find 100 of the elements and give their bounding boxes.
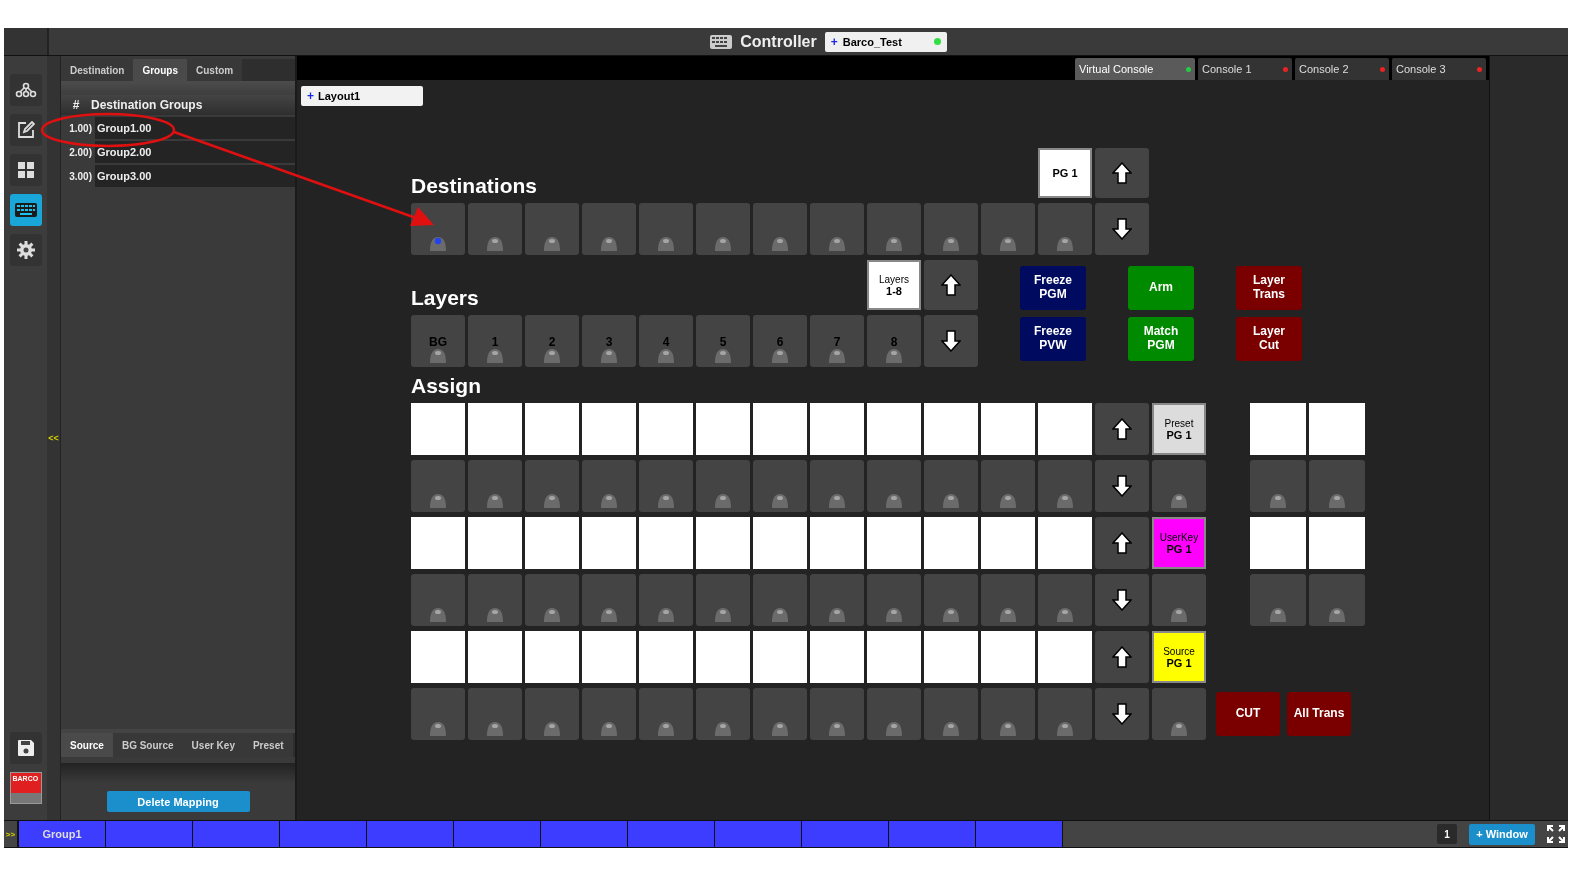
function-button[interactable]: Freeze PVW: [1020, 317, 1086, 361]
assign-slot[interactable]: [753, 517, 807, 569]
assign-slot[interactable]: [810, 517, 864, 569]
console-tab[interactable]: Console 3: [1392, 58, 1486, 80]
assign-slot[interactable]: [1250, 403, 1306, 455]
sidebar-button[interactable]: [9, 194, 42, 226]
tab[interactable]: Groups: [133, 59, 187, 81]
knob-button[interactable]: [582, 688, 636, 740]
page-up-button[interactable]: [1095, 631, 1149, 683]
knob-button[interactable]: [1309, 574, 1365, 626]
sidebar-button[interactable]: [9, 732, 42, 764]
page-label[interactable]: PG 1: [1038, 148, 1092, 198]
knob-button[interactable]: [639, 688, 693, 740]
function-button[interactable]: Layer Trans: [1236, 266, 1302, 310]
assign-slot[interactable]: [639, 631, 693, 683]
layout-tab[interactable]: + Layout1: [301, 86, 423, 106]
assign-slot[interactable]: [981, 517, 1035, 569]
page-down-button[interactable]: [1095, 574, 1149, 626]
collapse-toggle[interactable]: <<: [48, 433, 59, 443]
knob-button[interactable]: [867, 574, 921, 626]
knob-button[interactable]: [525, 460, 579, 512]
page-down-button[interactable]: [924, 315, 978, 367]
knob-button[interactable]: [867, 460, 921, 512]
knob-button[interactable]: [924, 688, 978, 740]
assign-slot[interactable]: [468, 631, 522, 683]
page-label[interactable]: Source PG 1: [1152, 631, 1206, 683]
knob-button[interactable]: [639, 203, 693, 255]
delete-mapping-button[interactable]: Delete Mapping: [106, 791, 250, 812]
knob-button[interactable]: [753, 688, 807, 740]
assign-slot[interactable]: [468, 403, 522, 455]
sidebar-button[interactable]: [9, 74, 42, 106]
knob-button[interactable]: [696, 574, 750, 626]
assign-slot[interactable]: [696, 631, 750, 683]
knob-button[interactable]: [468, 203, 522, 255]
knob-button[interactable]: [981, 203, 1035, 255]
assign-slot[interactable]: [468, 517, 522, 569]
knob-button[interactable]: [753, 203, 807, 255]
splitter[interactable]: <<: [47, 56, 61, 820]
knob-button[interactable]: [867, 203, 921, 255]
fullscreen-icon[interactable]: [1547, 825, 1565, 843]
knob-button[interactable]: [867, 688, 921, 740]
function-button[interactable]: Layer Cut: [1236, 317, 1302, 361]
assign-slot[interactable]: [525, 631, 579, 683]
knob-button[interactable]: [924, 574, 978, 626]
assign-slot[interactable]: [696, 403, 750, 455]
assign-slot[interactable]: [924, 403, 978, 455]
group-item[interactable]: Group3.00: [95, 165, 295, 187]
assign-slot[interactable]: [411, 517, 465, 569]
action-button[interactable]: CUT: [1216, 692, 1280, 736]
sidebar-button[interactable]: [9, 154, 42, 186]
knob-button[interactable]: [753, 460, 807, 512]
assign-slot[interactable]: [525, 517, 579, 569]
knob-button[interactable]: [696, 460, 750, 512]
knob-button[interactable]: [924, 203, 978, 255]
tab[interactable]: User Key: [182, 733, 244, 757]
assign-slot[interactable]: [810, 631, 864, 683]
tab[interactable]: Destination: [61, 59, 134, 81]
page-down-button[interactable]: [1095, 203, 1149, 255]
knob-button[interactable]: [639, 574, 693, 626]
knob-button[interactable]: [753, 574, 807, 626]
knob-button[interactable]: [525, 574, 579, 626]
knob-button[interactable]: [411, 688, 465, 740]
page-down-button[interactable]: [1095, 688, 1149, 740]
assign-slot[interactable]: [753, 631, 807, 683]
knob-button[interactable]: [1250, 460, 1306, 512]
assign-slot[interactable]: [981, 403, 1035, 455]
tab[interactable]: Preset: [243, 733, 293, 757]
console-tab[interactable]: Virtual Console: [1075, 58, 1195, 80]
add-window-button[interactable]: + Window: [1469, 823, 1535, 845]
assign-slot[interactable]: [639, 517, 693, 569]
knob-button[interactable]: [981, 574, 1035, 626]
page-up-button[interactable]: [1095, 517, 1149, 569]
knob-button[interactable]: [468, 688, 522, 740]
assign-slot[interactable]: [1309, 403, 1365, 455]
knob-button[interactable]: [525, 688, 579, 740]
knob-button[interactable]: [582, 203, 636, 255]
knob-button[interactable]: [582, 574, 636, 626]
knob-button[interactable]: [924, 460, 978, 512]
group-item[interactable]: Group1.00: [95, 117, 295, 139]
assign-slot[interactable]: [582, 517, 636, 569]
assign-slot[interactable]: [696, 517, 750, 569]
knob-button[interactable]: [468, 574, 522, 626]
assign-slot[interactable]: [867, 517, 921, 569]
assign-slot[interactable]: [1309, 517, 1365, 569]
page-down-button[interactable]: [1095, 460, 1149, 512]
assign-slot[interactable]: [411, 403, 465, 455]
knob-button[interactable]: [411, 203, 465, 255]
function-button[interactable]: Arm: [1128, 266, 1194, 310]
group-item[interactable]: Group2.00: [95, 141, 295, 163]
assign-slot[interactable]: [525, 403, 579, 455]
assign-slot[interactable]: [582, 403, 636, 455]
page-up-button[interactable]: [1095, 148, 1149, 198]
knob-button[interactable]: [981, 688, 1035, 740]
page-up-button[interactable]: [924, 260, 978, 310]
knob-button[interactable]: [810, 574, 864, 626]
knob-button[interactable]: [525, 203, 579, 255]
page-label[interactable]: UserKey PG 1: [1152, 517, 1206, 569]
knob-button[interactable]: [696, 203, 750, 255]
assign-slot[interactable]: [867, 403, 921, 455]
tab[interactable]: Custom: [187, 59, 243, 81]
